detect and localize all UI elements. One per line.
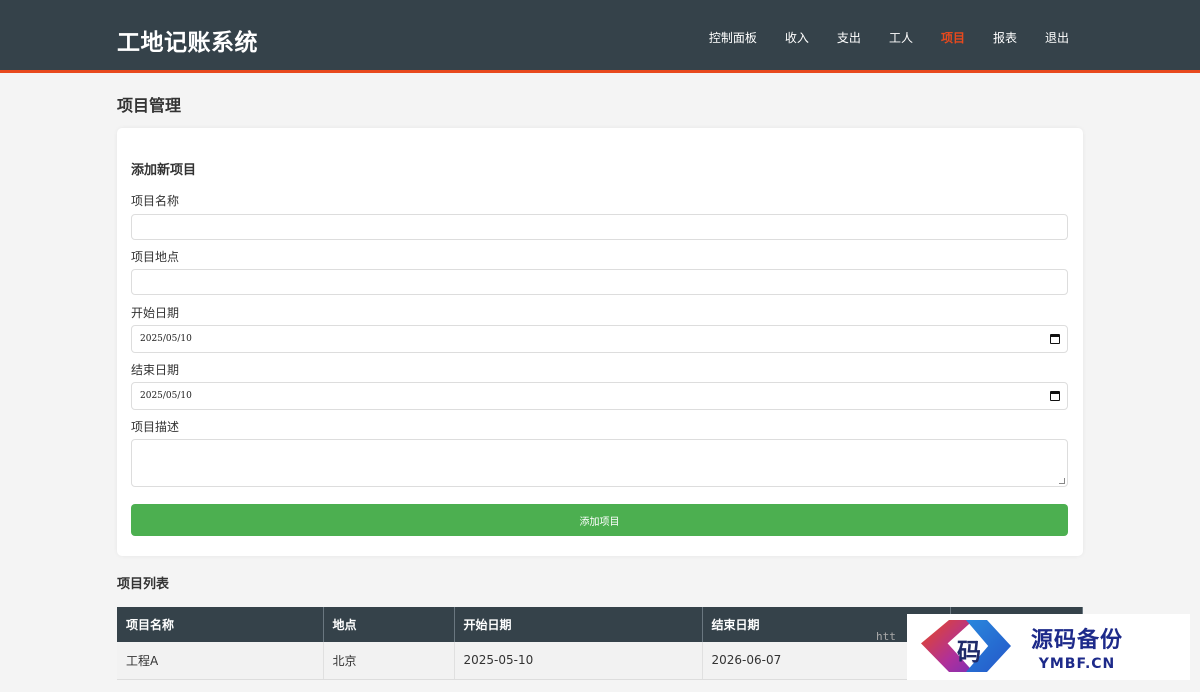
project-name-input[interactable] <box>131 214 1068 240</box>
project-name-label: 项目名称 <box>131 194 180 208</box>
end-date-value: 2025/05/10 <box>140 391 192 401</box>
app-brand: 工地记账系统 <box>117 30 258 56</box>
watermark-logo-char: 码 <box>957 637 981 666</box>
start-date-value: 2025/05/10 <box>140 334 192 344</box>
cell-name: 工程A <box>117 642 324 680</box>
top-navbar: 工地记账系统 控制面板 收入 支出 工人 项目 报表 退出 <box>0 0 1200 73</box>
project-location-label: 项目地点 <box>131 250 180 264</box>
calendar-icon[interactable] <box>1050 391 1060 401</box>
cell-location: 北京 <box>323 642 455 680</box>
start-date-input[interactable]: 2025/05/10 <box>131 325 1068 353</box>
nav-projects[interactable]: 项目 <box>941 29 965 46</box>
end-date-label: 结束日期 <box>131 363 180 377</box>
start-date-label: 开始日期 <box>131 306 180 320</box>
add-project-card: 添加新项目 项目名称 项目地点 开始日期 2025/05/10 结束日期 202… <box>117 128 1083 556</box>
nav-expense[interactable]: 支出 <box>837 29 861 46</box>
col-header-name: 项目名称 <box>117 607 324 642</box>
watermark-logo: 码 源码备份 YMBF.CN <box>907 614 1190 680</box>
watermark-logo-mark: 码 <box>907 614 1025 680</box>
calendar-icon[interactable] <box>1050 334 1060 344</box>
project-location-input[interactable] <box>131 269 1068 295</box>
cell-start: 2025-05-10 <box>454 642 703 680</box>
nav-reports[interactable]: 报表 <box>993 29 1017 46</box>
description-textarea[interactable] <box>131 439 1068 487</box>
main-nav: 控制面板 收入 支出 工人 项目 报表 退出 <box>681 29 1069 46</box>
nav-logout[interactable]: 退出 <box>1045 29 1069 46</box>
watermark-cn-text: 源码备份 <box>1031 627 1124 653</box>
col-header-start: 开始日期 <box>454 607 703 642</box>
page-title: 项目管理 <box>117 96 182 115</box>
watermark-url-text: htt <box>876 630 896 643</box>
nav-dashboard[interactable]: 控制面板 <box>709 29 757 46</box>
end-date-input[interactable]: 2025/05/10 <box>131 382 1068 410</box>
nav-workers[interactable]: 工人 <box>889 29 913 46</box>
nav-income[interactable]: 收入 <box>785 29 809 46</box>
col-header-location: 地点 <box>323 607 455 642</box>
description-label: 项目描述 <box>131 420 180 434</box>
resize-grip-icon[interactable] <box>1059 478 1065 484</box>
form-title: 添加新项目 <box>131 163 197 178</box>
watermark-en-text: YMBF.CN <box>1038 656 1116 672</box>
project-list-title: 项目列表 <box>117 577 170 592</box>
add-project-button[interactable]: 添加项目 <box>131 504 1068 536</box>
